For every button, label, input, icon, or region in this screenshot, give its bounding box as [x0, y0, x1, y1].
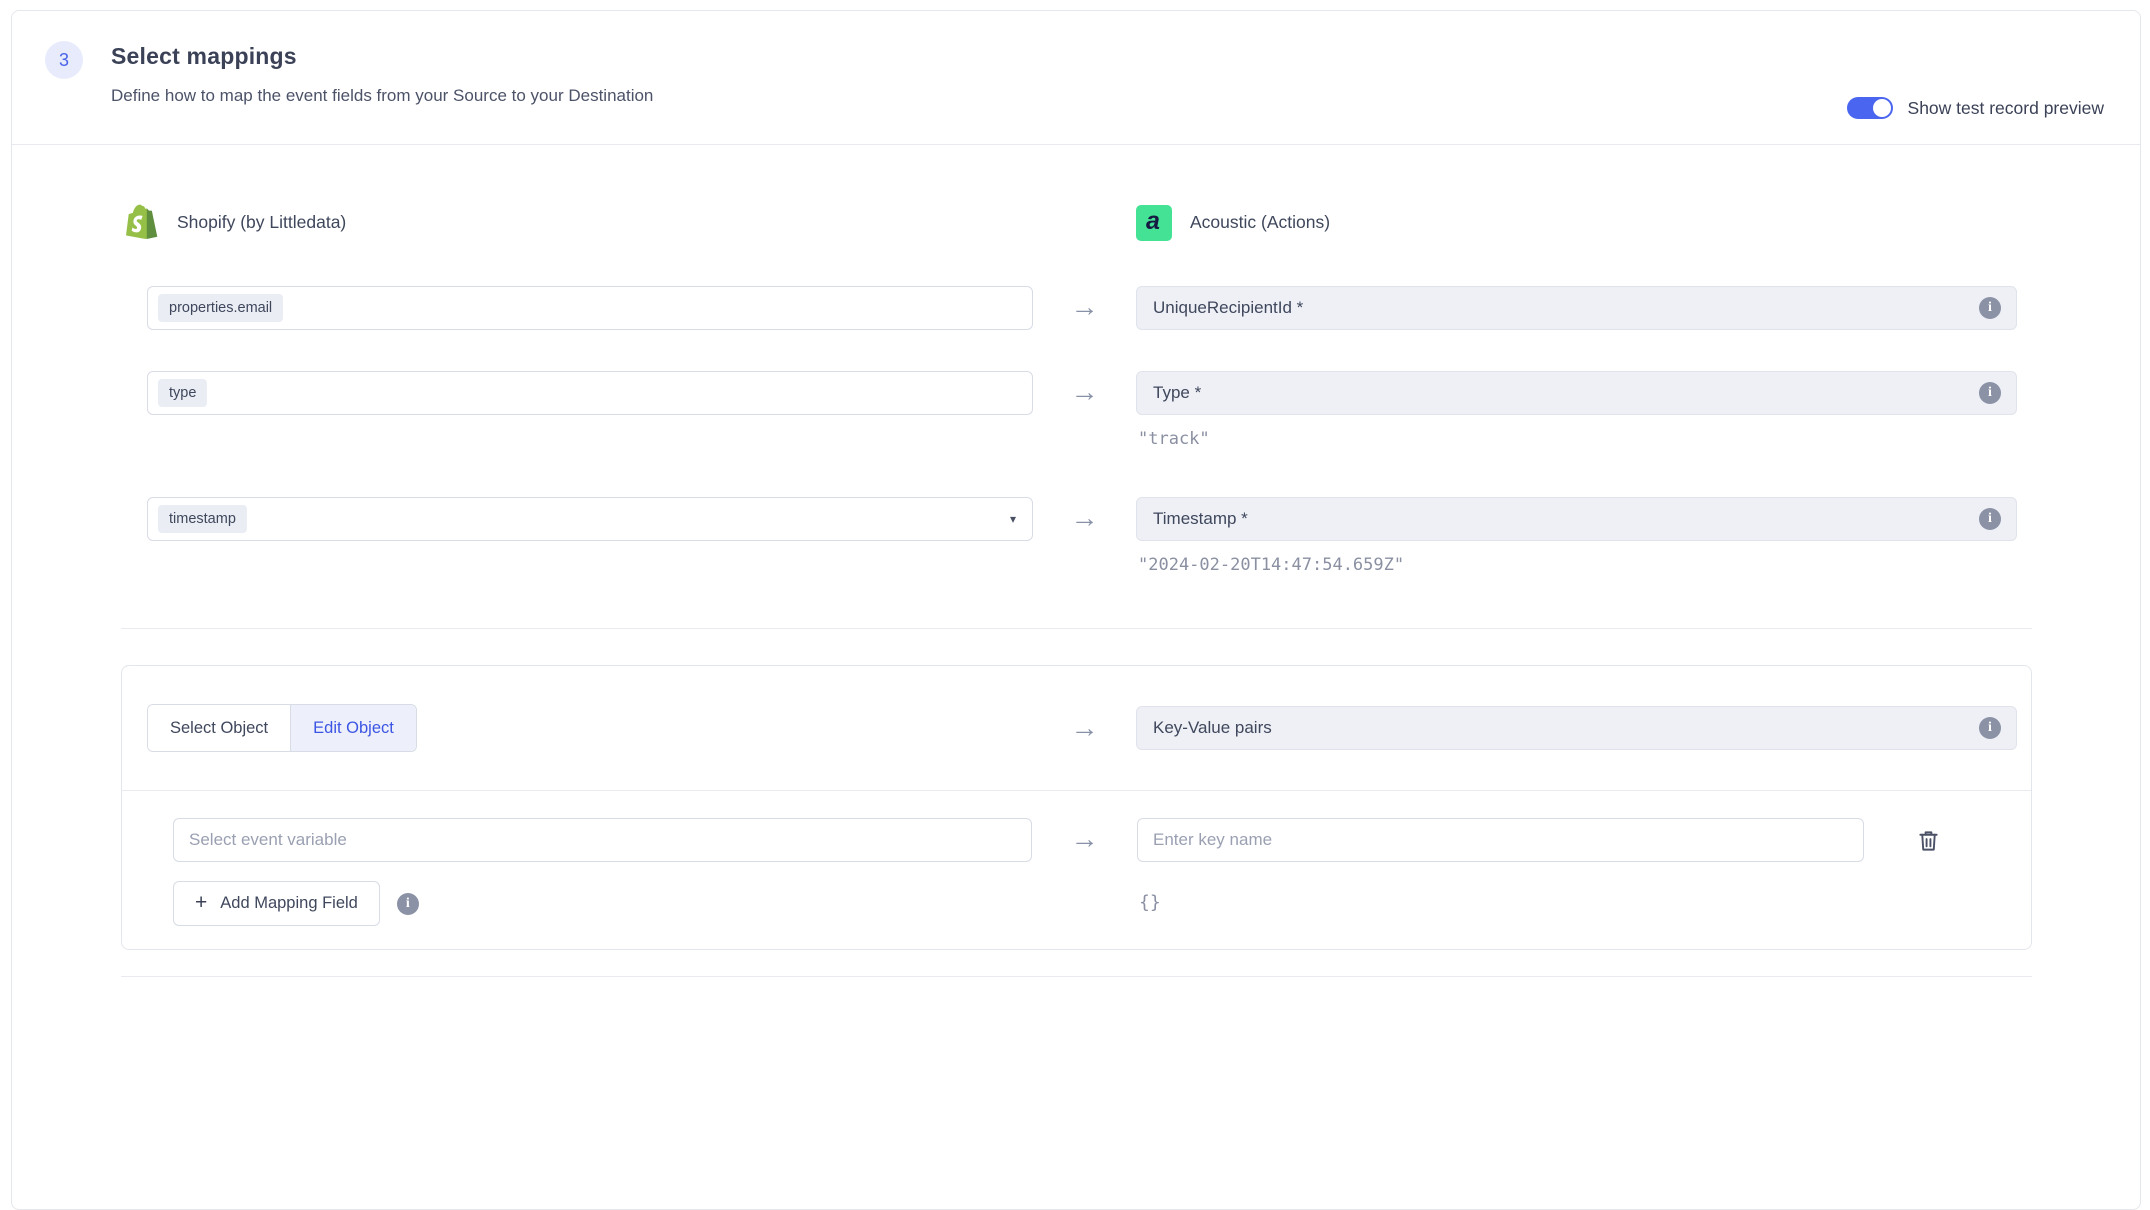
step-header: 3 Select mappings Define how to map the … [12, 11, 2140, 145]
destination-field: Key-Value pairs [1136, 706, 2017, 750]
source-field-input[interactable]: type [147, 371, 1033, 415]
toggle-knob-icon [1873, 99, 1891, 117]
page-subtitle: Define how to map the event fields from … [111, 86, 653, 106]
shopify-icon [126, 204, 159, 241]
key-name-input[interactable] [1137, 818, 1864, 862]
destination-field: Timestamp * [1136, 497, 2017, 541]
mappings-content: Shopify (by Littledata) Acoustic (Action… [12, 204, 2140, 977]
destination-cell: UniqueRecipientId * [1136, 286, 2032, 330]
arrow-right-icon [1033, 286, 1136, 328]
add-mapping-field-button[interactable]: Add Mapping Field [173, 881, 380, 926]
source-field-chip[interactable]: properties.email [158, 294, 283, 322]
key-name-cell: {} [1137, 818, 2031, 862]
header-text: Select mappings Define how to map the ev… [111, 38, 653, 144]
key-value-row: {} [122, 791, 2031, 862]
destination-name: Acoustic (Actions) [1190, 212, 1330, 233]
arrow-right-icon [1032, 818, 1137, 860]
info-icon[interactable] [1979, 297, 2001, 319]
object-mode-segmented-control: Select Object Edit Object [147, 704, 417, 752]
source-column-header: Shopify (by Littledata) [126, 204, 1136, 241]
tab-edit-object[interactable]: Edit Object [291, 705, 416, 751]
arrow-right-icon [1033, 371, 1136, 413]
delete-row-button[interactable] [1917, 829, 1940, 852]
source-field-input[interactable]: properties.email [147, 286, 1033, 330]
show-test-record-toggle[interactable] [1847, 97, 1893, 119]
destination-cell: Timestamp * "2024-02-20T14:47:54.659Z" [1136, 497, 2032, 575]
test-record-preview-control: Show test record preview [1847, 97, 2104, 119]
arrow-right-icon [1033, 704, 1136, 752]
plus-icon [195, 891, 207, 915]
step-number-badge: 3 [45, 41, 83, 79]
add-mapping-field-label: Add Mapping Field [220, 894, 358, 913]
page-title: Select mappings [111, 43, 653, 70]
destination-cell: Type * "track" [1136, 371, 2032, 449]
mapping-row: properties.email UniqueRecipientId * [121, 286, 2032, 330]
toggle-label: Show test record preview [1908, 98, 2104, 119]
trash-icon [1917, 840, 1940, 855]
destination-field-label: Key-Value pairs [1153, 718, 1272, 738]
object-editor-header-row: Select Object Edit Object Key-Value pair… [122, 666, 2031, 790]
caret-down-icon[interactable] [1010, 512, 1016, 526]
source-field-chip[interactable]: timestamp [158, 505, 247, 533]
test-record-preview-value: "2024-02-20T14:47:54.659Z" [1136, 555, 2032, 575]
event-variable-input[interactable] [173, 818, 1032, 862]
object-editor-actions: Add Mapping Field [122, 862, 2031, 949]
destination-field: UniqueRecipientId * [1136, 286, 2017, 330]
mapping-row: type Type * "track" [121, 371, 2032, 449]
select-mappings-card: 3 Select mappings Define how to map the … [11, 10, 2141, 1210]
step-number: 3 [59, 50, 69, 71]
destination-field: Type * [1136, 371, 2017, 415]
tab-select-object[interactable]: Select Object [148, 705, 291, 751]
source-name: Shopify (by Littledata) [177, 212, 346, 233]
section-divider [121, 628, 2032, 629]
acoustic-icon [1136, 205, 1172, 241]
source-field-input[interactable]: timestamp [147, 497, 1033, 541]
info-icon[interactable] [397, 893, 419, 915]
bottom-divider [121, 976, 2032, 977]
test-record-preview-value: "track" [1136, 429, 2032, 449]
source-field-chip[interactable]: type [158, 379, 207, 407]
destination-field-label: UniqueRecipientId * [1153, 298, 1303, 318]
column-headers: Shopify (by Littledata) Acoustic (Action… [121, 204, 2032, 241]
arrow-right-icon [1033, 497, 1136, 539]
destination-field-label: Type * [1153, 383, 1201, 403]
info-icon[interactable] [1979, 717, 2001, 739]
object-editor-card: Select Object Edit Object Key-Value pair… [121, 665, 2032, 950]
info-icon[interactable] [1979, 508, 2001, 530]
destination-field-label: Timestamp * [1153, 509, 1248, 529]
test-record-preview-value: {} [1139, 892, 1161, 913]
mapping-row: timestamp Timestamp * "2024-02-20T14:47:… [121, 497, 2032, 575]
info-icon[interactable] [1979, 382, 2001, 404]
destination-column-header: Acoustic (Actions) [1136, 204, 2032, 241]
